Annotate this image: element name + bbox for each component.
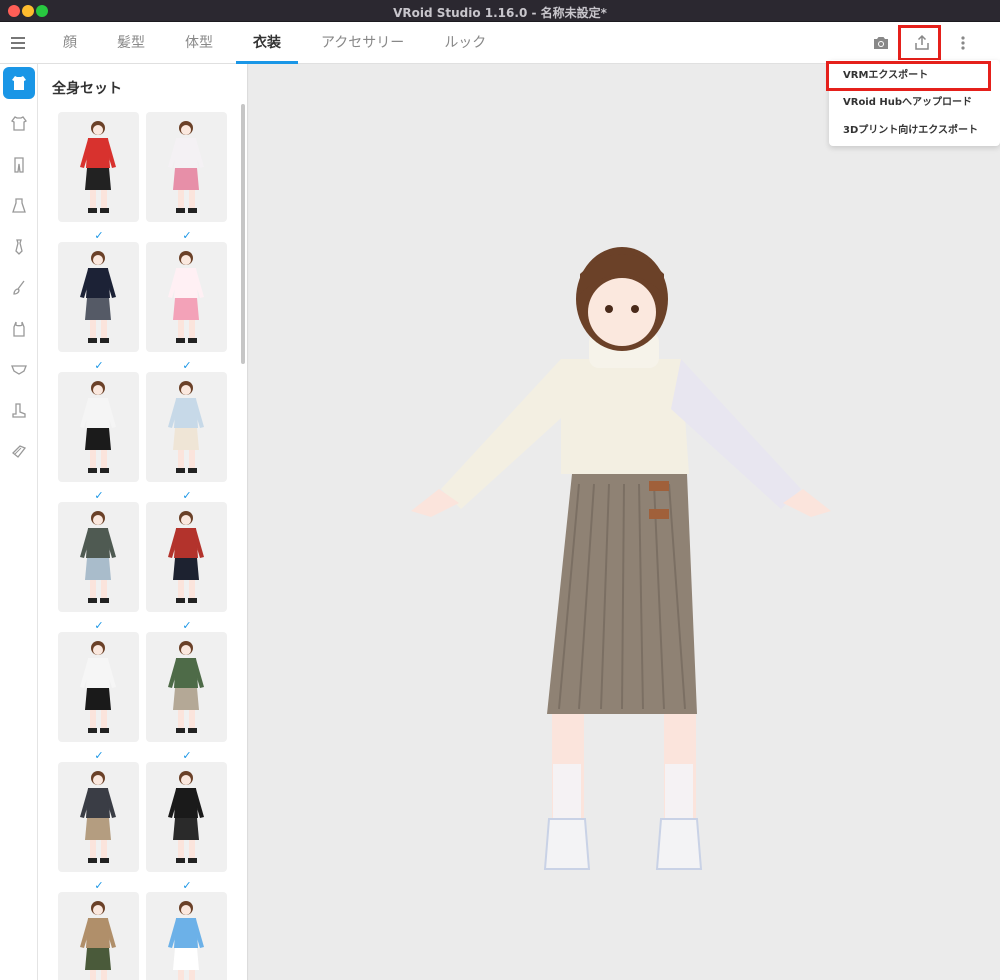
pants-icon[interactable]	[3, 149, 35, 181]
selected-check-icon: ✓	[182, 360, 192, 372]
accessory-tag-icon[interactable]	[3, 436, 35, 468]
onepiece-icon[interactable]	[3, 190, 35, 222]
more-vertical-icon[interactable]	[951, 32, 975, 54]
category-sidebar	[0, 64, 38, 980]
selected-check-icon: ✓	[94, 360, 104, 372]
selected-check-icon: ✓	[182, 230, 192, 242]
tab-look[interactable]: ルック	[427, 22, 503, 64]
outfit-thumbnail	[80, 381, 116, 473]
outfit-item-sailor-shorts-outfit[interactable]	[58, 372, 139, 482]
selected-check-icon: ✓	[182, 490, 192, 502]
tab-outfit[interactable]: 衣装	[236, 22, 298, 64]
avatar-left-shoe	[543, 818, 591, 870]
avatar-left-eye	[605, 305, 613, 313]
outfit-thumbnail	[80, 511, 116, 603]
tab-bar: 顔 髪型 体型 衣装 アクセサリー ルック	[46, 22, 509, 64]
necktie-icon[interactable]	[3, 231, 35, 263]
panel-scrollbar[interactable]	[241, 104, 245, 364]
outfit-thumbnail	[168, 381, 204, 473]
outfit-item-denim-jacket-dress-outfit[interactable]	[146, 372, 227, 482]
export-button-highlight	[898, 25, 941, 61]
outfit-item-black-long-dress-outfit[interactable]	[146, 762, 227, 872]
vroid-hub-upload-item[interactable]: VRoid Hubへアップロード	[829, 90, 1000, 116]
outfit-thumbnail	[168, 251, 204, 343]
vrm-export-highlight	[826, 61, 991, 91]
selected-check-icon: ✓	[94, 880, 104, 892]
outfit-thumbnail	[168, 121, 204, 213]
tab-accessory[interactable]: アクセサリー	[304, 22, 421, 64]
top-navigation: 顔 髪型 体型 衣装 アクセサリー ルック	[0, 22, 1000, 64]
outfit-thumbnail	[80, 641, 116, 733]
outfit-thumbnail	[80, 771, 116, 863]
menu-icon[interactable]	[8, 34, 28, 52]
top-icon[interactable]	[3, 108, 35, 140]
outfit-item-trench-coat-outfit[interactable]	[58, 892, 139, 980]
selected-check-icon: ✓	[94, 620, 104, 632]
selected-check-icon: ✓	[182, 620, 192, 632]
avatar-model	[411, 247, 831, 870]
title-bar: VRoid Studio 1.16.0 - 名称未設定*	[0, 0, 1000, 22]
tab-hairstyle[interactable]: 髪型	[100, 22, 162, 64]
outfit-thumbnail	[80, 121, 116, 213]
tab-face[interactable]: 顔	[46, 22, 94, 64]
avatar-left-sock	[553, 764, 581, 824]
outfit-item-gray-shirt-chinos-outfit[interactable]	[58, 762, 139, 872]
outfit-thumbnail	[80, 251, 116, 343]
avatar-right-shoe	[655, 818, 703, 870]
shoes-icon[interactable]	[3, 395, 35, 427]
outfit-thumbnail	[168, 771, 204, 863]
outfit-item-navy-blazer-outfit[interactable]	[58, 242, 139, 352]
avatar-belt-buckle-1	[649, 481, 669, 491]
outfit-item-green-hoodie-skirt-outfit[interactable]	[146, 632, 227, 742]
panel-title: 全身セット	[52, 81, 122, 97]
outfit-item-red-floral-shirt-outfit[interactable]	[146, 502, 227, 612]
full-outfit-icon[interactable]	[3, 67, 35, 99]
avatar-right-eye	[631, 305, 639, 313]
avatar-sweater	[561, 359, 689, 474]
outfit-item-red-hoodie-outfit[interactable]	[58, 112, 139, 222]
outfit-item-blue-maid-outfit[interactable]	[146, 892, 227, 980]
avatar-left-sleeve	[441, 359, 571, 509]
outfit-thumbnail	[168, 641, 204, 733]
brush-icon[interactable]	[3, 272, 35, 304]
selected-check-icon: ✓	[182, 750, 192, 762]
outfit-item-pink-maid-outfit[interactable]	[146, 242, 227, 352]
outfit-panel: 全身セット ✓ ✓ ✓ ✓ ✓ ✓ ✓ ✓ ✓ ✓ ✓ ✓	[38, 64, 248, 980]
avatar-belt-buckle-2	[649, 509, 669, 519]
tab-body[interactable]: 体型	[168, 22, 230, 64]
underwear-icon[interactable]	[3, 354, 35, 386]
3d-viewport[interactable]	[249, 64, 1000, 980]
camera-icon[interactable]	[869, 32, 893, 54]
selected-check-icon: ✓	[182, 880, 192, 892]
avatar-right-sock	[665, 764, 693, 824]
tanktop-icon[interactable]	[3, 313, 35, 345]
outfit-thumbnail	[168, 511, 204, 603]
outfit-thumbnail	[80, 901, 116, 980]
avatar-right-sleeve	[671, 359, 801, 509]
outfit-item-pink-skirt-outfit[interactable]	[146, 112, 227, 222]
selected-check-icon: ✓	[94, 230, 104, 242]
selected-check-icon: ✓	[94, 490, 104, 502]
avatar-face	[588, 278, 656, 346]
window-title: VRoid Studio 1.16.0 - 名称未設定*	[393, 6, 607, 20]
selected-check-icon: ✓	[94, 750, 104, 762]
3d-print-export-item[interactable]: 3Dプリント向けエクスポート	[829, 118, 1000, 144]
outfit-item-floral-shirt-shorts-outfit[interactable]	[58, 502, 139, 612]
outfit-item-white-top-leggings-outfit[interactable]	[58, 632, 139, 742]
outfit-thumbnail	[168, 901, 204, 980]
